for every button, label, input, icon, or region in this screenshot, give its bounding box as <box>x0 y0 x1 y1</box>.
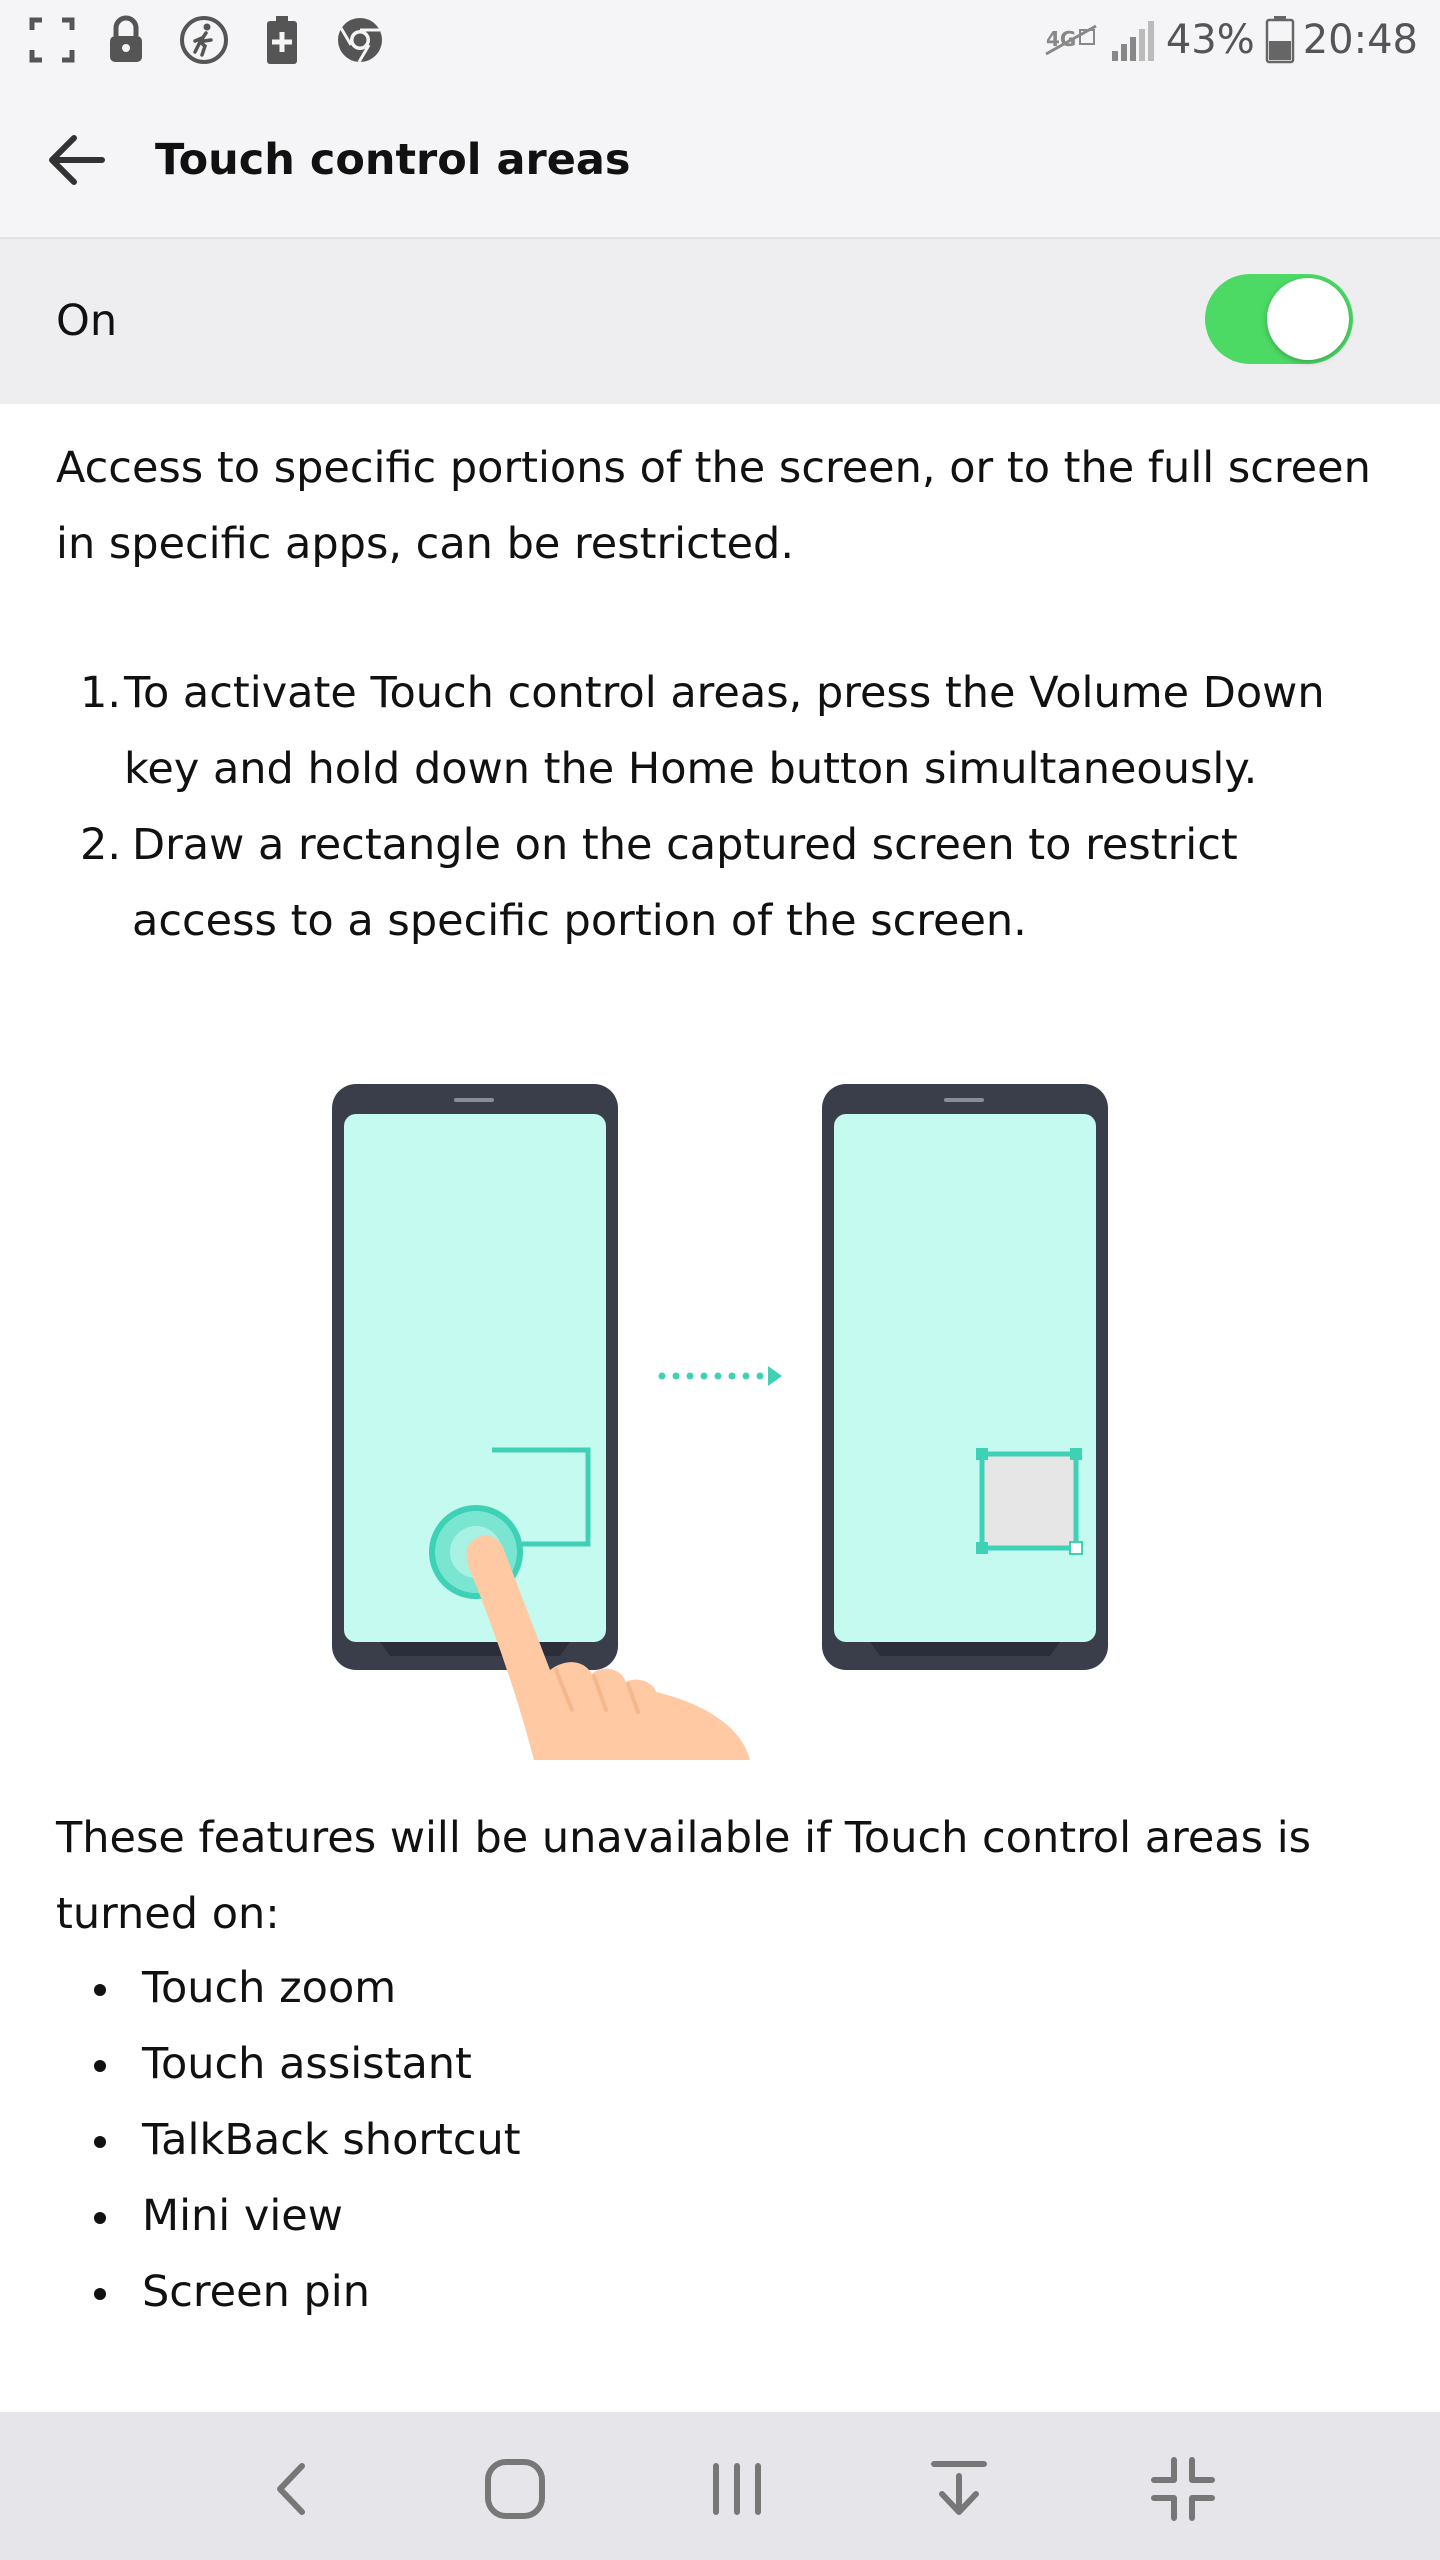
app-bar: Touch control areas <box>0 82 1440 239</box>
switch-knob <box>1267 278 1349 360</box>
notification-pulldown-icon[interactable] <box>924 2454 994 2524</box>
toggle-label: On <box>56 296 118 346</box>
list-item: TalkBack shortcut <box>56 2102 521 2178</box>
signal-icon <box>1111 21 1154 61</box>
battery-percent: 43% <box>1165 17 1255 63</box>
on-off-switch[interactable] <box>1205 274 1353 364</box>
lock-icon <box>110 15 142 62</box>
status-bar: 4G 43% 20:48 <box>0 0 1440 82</box>
step-item: 1. To activate Touch control areas, pres… <box>80 655 1380 807</box>
back-icon[interactable] <box>258 2454 328 2524</box>
list-item: Screen pin <box>56 2254 521 2330</box>
clock: 20:48 <box>1302 17 1418 63</box>
touch-control-illustration <box>332 1084 1108 1760</box>
features-intro-block: These features will be unavailable if To… <box>56 1800 1396 1952</box>
home-icon[interactable] <box>480 2454 550 2524</box>
walking-icon <box>180 16 228 64</box>
master-toggle-row[interactable]: On <box>0 239 1440 404</box>
list-item: Touch zoom <box>56 1950 521 2026</box>
unavailable-features-list: Touch zoom Touch assistant TalkBack shor… <box>56 1950 521 2330</box>
system-navigation-bar <box>0 2412 1440 2560</box>
step-text: Draw a rectangle on the captured screen … <box>132 820 1238 946</box>
back-arrow-icon[interactable] <box>40 122 116 198</box>
step-number: 1. <box>80 668 122 718</box>
steps-list: 1. To activate Touch control areas, pres… <box>80 655 1380 959</box>
description-text: Access to specific portions of the scree… <box>56 443 1371 569</box>
page-title: Touch control areas <box>155 135 631 185</box>
step-number: 2. <box>80 820 122 870</box>
recents-icon[interactable] <box>702 2454 772 2524</box>
dotted-arrow-icon <box>658 1366 782 1386</box>
battery-icon <box>1265 16 1294 64</box>
battery-plus-icon <box>267 16 297 64</box>
step-text: To activate Touch control areas, press t… <box>124 668 1325 794</box>
phone-restricted-area-icon <box>822 1084 1108 1670</box>
minimize-icon[interactable] <box>1148 2454 1218 2524</box>
step-item: 2. Draw a rectangle on the captured scre… <box>80 807 1380 959</box>
features-intro-text: These features will be unavailable if To… <box>56 1813 1312 1939</box>
description-block: Access to specific portions of the scree… <box>56 430 1396 582</box>
list-item: Mini view <box>56 2178 521 2254</box>
screenshot-frame-icon <box>29 17 75 63</box>
wifi-calling-icon: 4G <box>1045 24 1097 56</box>
chrome-icon <box>338 18 382 63</box>
list-item: Touch assistant <box>56 2026 521 2102</box>
